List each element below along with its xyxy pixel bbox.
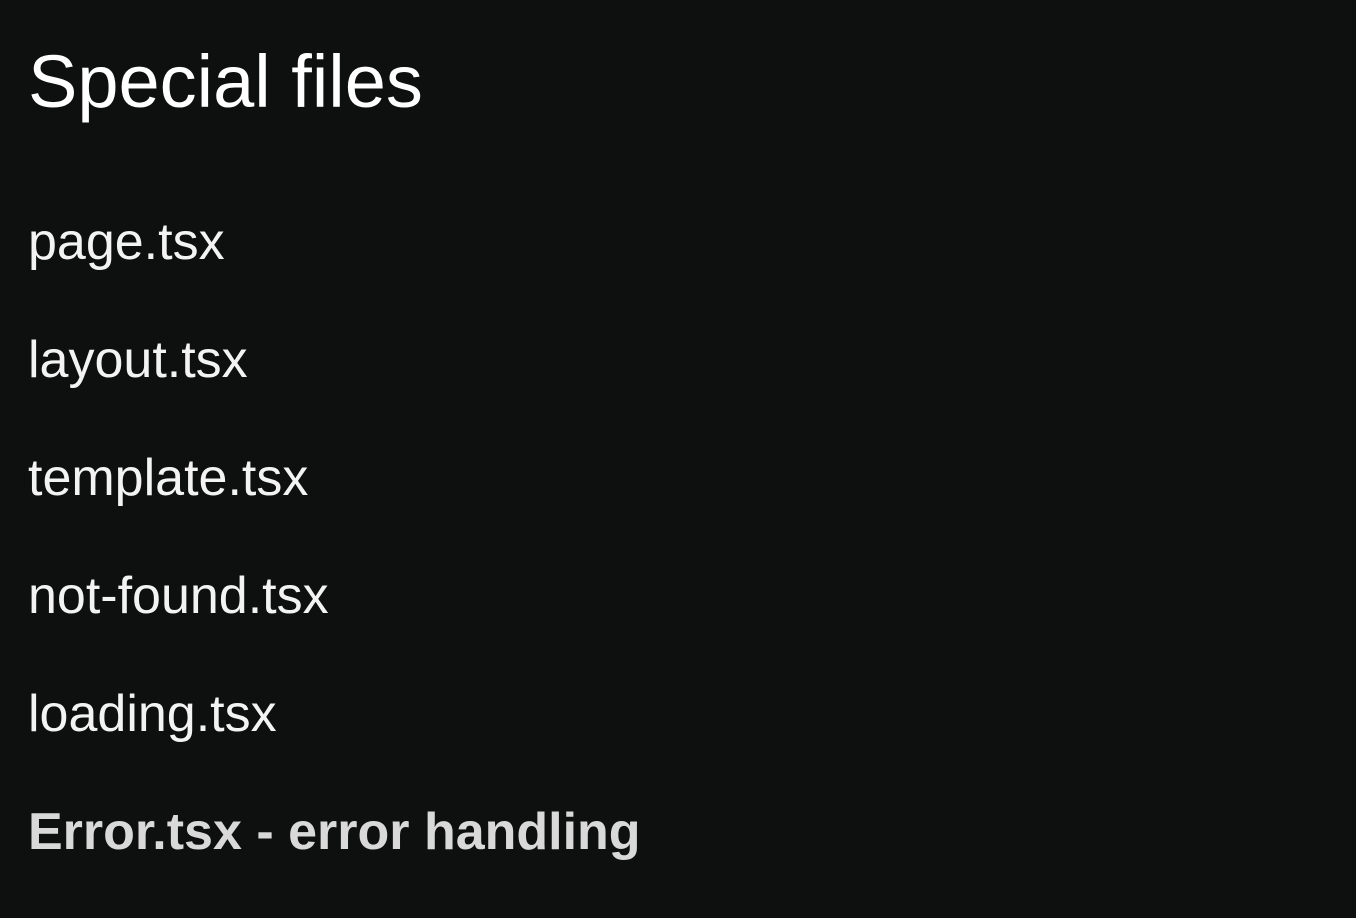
list-item-template: template.tsx: [28, 449, 309, 507]
list-item-error: Error.tsx - error handling: [28, 803, 641, 861]
list-item-layout: layout.tsx: [28, 331, 248, 389]
slide-title: Special files: [28, 40, 423, 123]
special-files-list: page.tsx layout.tsx template.tsx not-fou…: [28, 212, 641, 918]
list-item-not-found: not-found.tsx: [28, 567, 329, 625]
slide: Special files page.tsx layout.tsx templa…: [0, 0, 1356, 918]
list-item-loading: loading.tsx: [28, 685, 277, 743]
list-item-page: page.tsx: [28, 213, 225, 271]
